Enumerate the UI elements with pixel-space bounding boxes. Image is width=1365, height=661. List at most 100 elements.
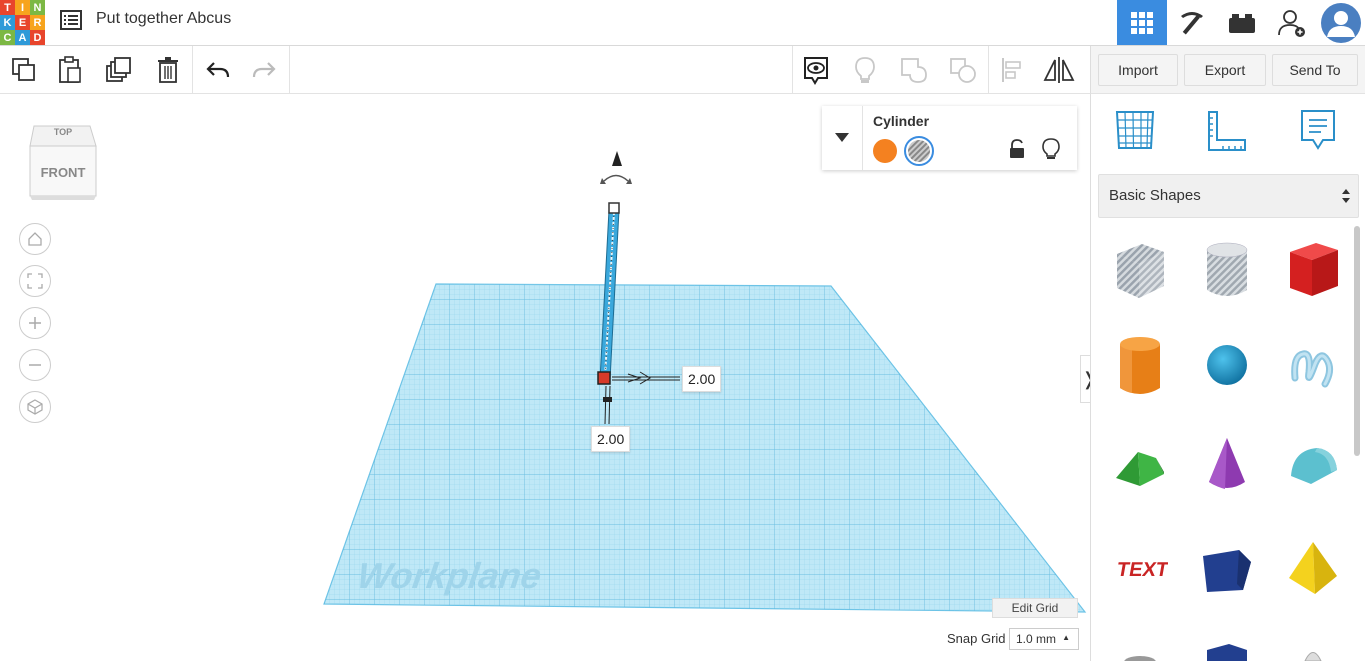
shape-cylinder-hole[interactable]	[1197, 238, 1257, 302]
box-hole-icon	[1117, 244, 1164, 298]
fit-icon	[27, 273, 43, 289]
notes-toggle-button[interactable]	[794, 46, 838, 93]
purple-cone-icon	[1209, 438, 1245, 489]
mirror-button[interactable]	[1037, 46, 1081, 93]
user-avatar[interactable]	[1317, 0, 1365, 45]
ruler-tool-button[interactable]	[1205, 108, 1249, 157]
updown-arrow-icon	[1342, 189, 1350, 203]
copy-button[interactable]	[2, 46, 46, 93]
group-button[interactable]	[892, 46, 936, 93]
home-icon	[28, 232, 42, 246]
avatar-icon	[1321, 2, 1361, 43]
shape-box-hole[interactable]	[1110, 238, 1170, 302]
workplane-grid-icon	[1115, 111, 1155, 149]
blue-prism-icon	[1207, 644, 1247, 661]
delete-button[interactable]	[146, 46, 190, 93]
shape-text[interactable]: TEXT	[1110, 534, 1170, 598]
toolbar-divider	[192, 46, 193, 93]
shape-pyramid[interactable]	[1283, 534, 1343, 598]
blocks-view-button[interactable]	[1167, 0, 1217, 45]
shape-sphere[interactable]	[1197, 334, 1257, 398]
round-roof-icon	[1291, 448, 1337, 484]
invite-user-button[interactable]	[1267, 0, 1317, 45]
align-button[interactable]	[990, 46, 1034, 93]
duplicate-button[interactable]	[97, 46, 141, 93]
toolbar-divider	[792, 46, 793, 93]
shape-partial-3[interactable]	[1283, 640, 1343, 661]
lightbulb-icon	[855, 56, 875, 83]
fit-view-button[interactable]	[19, 265, 51, 297]
logo-letter: E	[15, 15, 30, 30]
toolbar-divider	[988, 46, 989, 93]
paste-button[interactable]	[48, 46, 92, 93]
orange-cylinder-icon	[1120, 337, 1160, 394]
visibility-button[interactable]	[1042, 138, 1060, 165]
shape-cylinder[interactable]	[1110, 334, 1170, 398]
ungroup-icon	[950, 57, 976, 83]
lock-button[interactable]	[1008, 139, 1026, 164]
shape-partial-2[interactable]	[1197, 640, 1257, 661]
add-user-icon	[1278, 9, 1305, 37]
redo-button[interactable]	[242, 46, 286, 93]
shape-name[interactable]: Cylinder	[873, 113, 929, 129]
solid-color-swatch[interactable]	[873, 139, 897, 163]
workplane-tool-button[interactable]	[1113, 108, 1157, 157]
shape-scribble[interactable]	[1283, 334, 1343, 398]
trash-icon	[158, 56, 178, 83]
logo-letter: T	[0, 0, 15, 15]
design-list-icon[interactable]	[60, 10, 82, 30]
caret-down-icon	[835, 133, 849, 142]
copy-icon	[12, 57, 35, 81]
ungroup-button[interactable]	[941, 46, 985, 93]
3d-design-view-button[interactable]	[1117, 0, 1167, 45]
perspective-button[interactable]	[19, 391, 51, 423]
shape-roof[interactable]	[1110, 434, 1170, 498]
zoom-in-button[interactable]	[19, 307, 51, 339]
pyramid-icon	[1289, 542, 1337, 594]
shape-category-select[interactable]: Basic Shapes	[1098, 174, 1359, 218]
shape-round-roof[interactable]	[1283, 434, 1343, 498]
tinkercad-logo[interactable]: TINKERCAD	[0, 0, 45, 45]
notes-tool-button[interactable]	[1296, 108, 1340, 157]
workplane-watermark: Workplane	[355, 555, 544, 596]
cylinder-hole-icon	[1206, 242, 1248, 296]
shape-partial-1[interactable]	[1110, 640, 1170, 661]
text-icon: TEXT	[1115, 559, 1168, 581]
ruler-icon	[1208, 111, 1246, 151]
import-button[interactable]: Import	[1098, 54, 1178, 86]
snap-grid-select[interactable]: 1.0 mm ▲	[1009, 628, 1079, 650]
bricks-view-button[interactable]	[1217, 0, 1267, 45]
zoom-out-button[interactable]	[19, 349, 51, 381]
shape-cone[interactable]	[1197, 434, 1257, 498]
view-cube-front-label[interactable]: FRONT	[26, 165, 100, 180]
paste-icon	[59, 55, 81, 83]
shape-polygon[interactable]	[1197, 534, 1257, 598]
shapes-scrollbar[interactable]	[1354, 226, 1360, 456]
logo-letter: K	[0, 15, 15, 30]
shape-box[interactable]	[1283, 238, 1343, 302]
edit-grid-button[interactable]: Edit Grid	[992, 598, 1078, 618]
export-button[interactable]: Export	[1184, 54, 1266, 86]
view-cube-top-label[interactable]: TOP	[26, 127, 100, 137]
plus-icon	[29, 317, 41, 329]
toolbar-divider	[289, 46, 290, 93]
document-title[interactable]: Put together Abcus	[96, 10, 231, 28]
brick-icon	[1229, 13, 1255, 33]
snap-grid-label: Snap Grid	[947, 631, 1006, 646]
lightbulb-icon	[1042, 138, 1060, 159]
svg-text:TEXT: TEXT	[1115, 559, 1168, 581]
gray-shape-icon	[1124, 656, 1156, 661]
dimension-width-label[interactable]: 2.00	[682, 366, 722, 392]
send-to-button[interactable]: Send To	[1272, 54, 1358, 86]
light-toggle-button[interactable]	[843, 46, 887, 93]
home-view-button[interactable]	[19, 223, 51, 255]
logo-letter: D	[30, 30, 45, 45]
hole-swatch[interactable]	[904, 136, 934, 166]
undo-button[interactable]	[196, 46, 240, 93]
3d-viewport[interactable]: Workplane	[0, 94, 1090, 661]
dimension-length-label[interactable]: 2.00	[591, 426, 631, 452]
logo-letter: A	[15, 30, 30, 45]
workplane-scene: Workplane	[323, 151, 1087, 613]
inspector-collapse-button[interactable]	[822, 106, 863, 170]
group-icon	[901, 57, 927, 83]
